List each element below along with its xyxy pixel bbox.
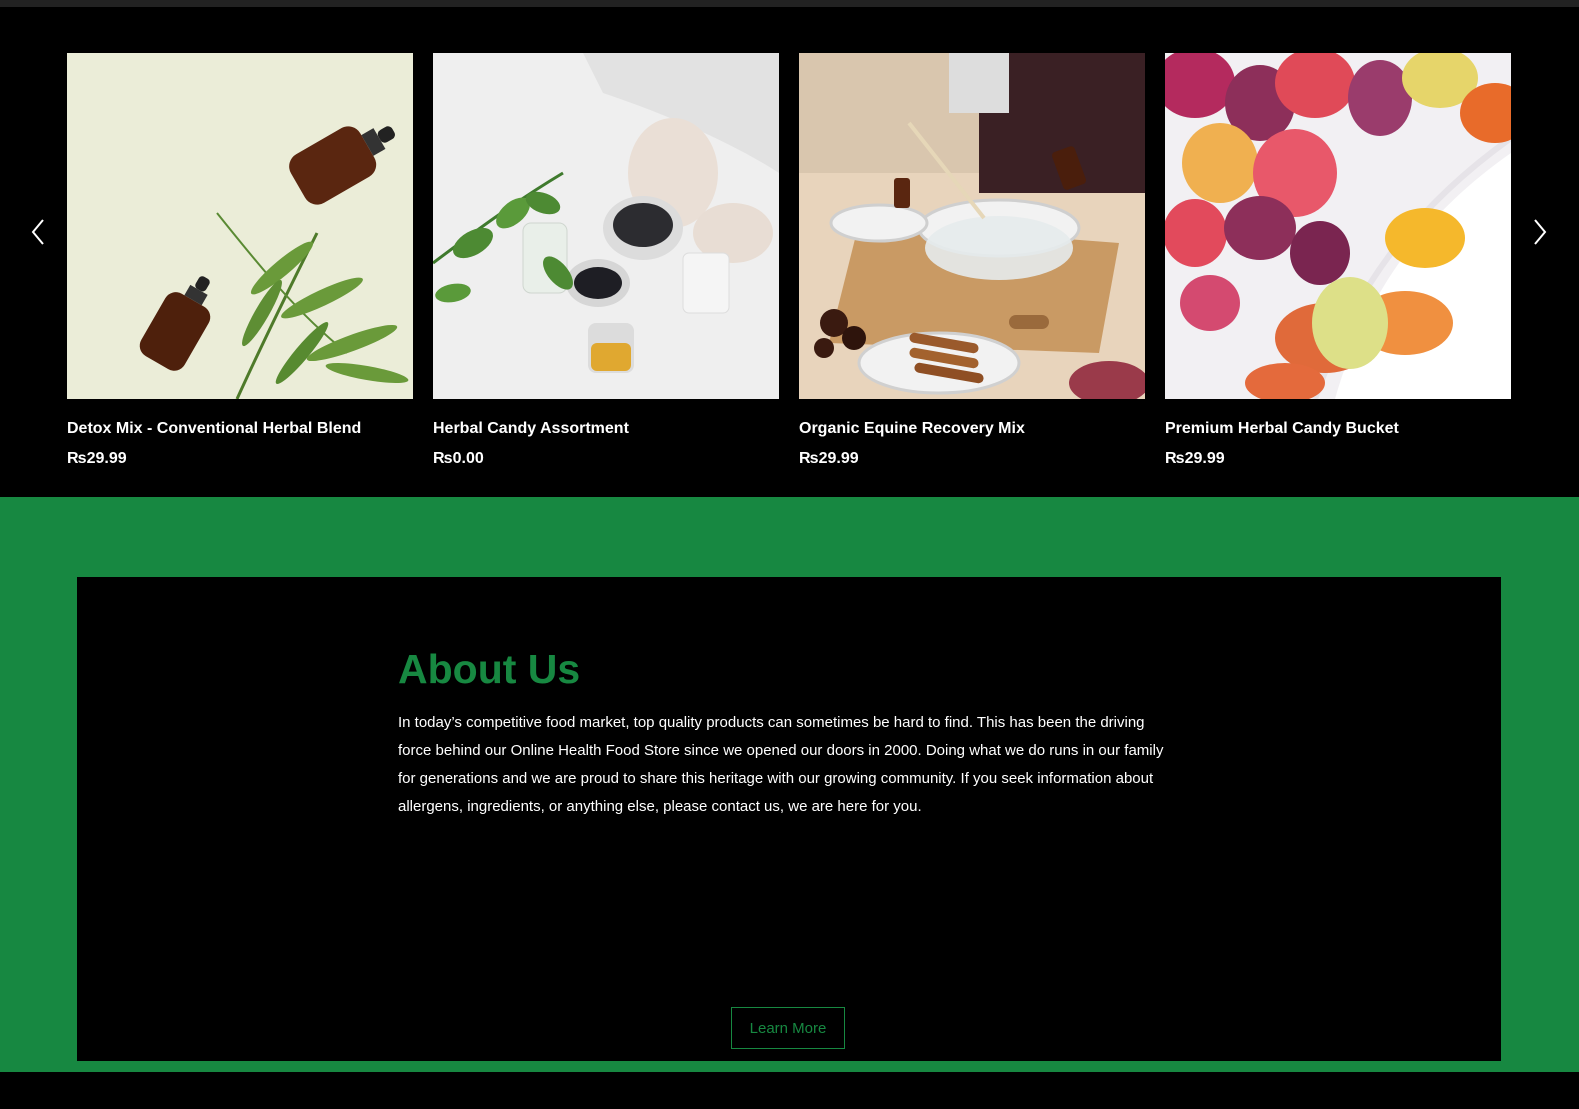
product-price: ₨29.99 — [67, 450, 127, 467]
about-title: About Us — [398, 646, 581, 692]
product-price: ₨29.99 — [1165, 450, 1225, 467]
carousel-prev-button[interactable] — [26, 212, 50, 252]
product-card[interactable]: Organic Equine Recovery Mix ₨29.99 — [799, 53, 1145, 468]
about-panel: About Us In today’s competitive food mar… — [77, 577, 1501, 1061]
top-bar — [0, 0, 1579, 7]
product-name[interactable]: Premium Herbal Candy Bucket — [1165, 420, 1511, 438]
chevron-right-icon — [1534, 219, 1547, 245]
product-card[interactable]: Detox Mix - Conventional Herbal Blend ₨2… — [67, 53, 413, 468]
product-carousel: Detox Mix - Conventional Herbal Blend ₨2… — [0, 7, 1579, 497]
learn-more-button[interactable]: Learn More — [731, 1007, 845, 1049]
product-image[interactable] — [433, 53, 779, 399]
product-price: ₨0.00 — [433, 450, 484, 467]
about-description: In today’s competitive food market, top … — [398, 714, 1164, 815]
product-image[interactable] — [799, 53, 1145, 399]
product-name[interactable]: Organic Equine Recovery Mix — [799, 420, 1145, 438]
chevron-left-icon — [31, 219, 44, 245]
carousel-next-button[interactable] — [1528, 212, 1552, 252]
footer-strip — [0, 1072, 1579, 1109]
product-name[interactable]: Herbal Candy Assortment — [433, 420, 779, 438]
product-card[interactable]: Herbal Candy Assortment ₨0.00 — [433, 53, 779, 468]
product-image[interactable] — [1165, 53, 1511, 399]
product-image[interactable] — [67, 53, 413, 399]
product-name[interactable]: Detox Mix - Conventional Herbal Blend — [67, 420, 413, 438]
product-price: ₨29.99 — [799, 450, 859, 467]
product-card[interactable]: Premium Herbal Candy Bucket ₨29.99 — [1165, 53, 1511, 468]
about-section: About Us In today’s competitive food mar… — [0, 497, 1579, 1072]
